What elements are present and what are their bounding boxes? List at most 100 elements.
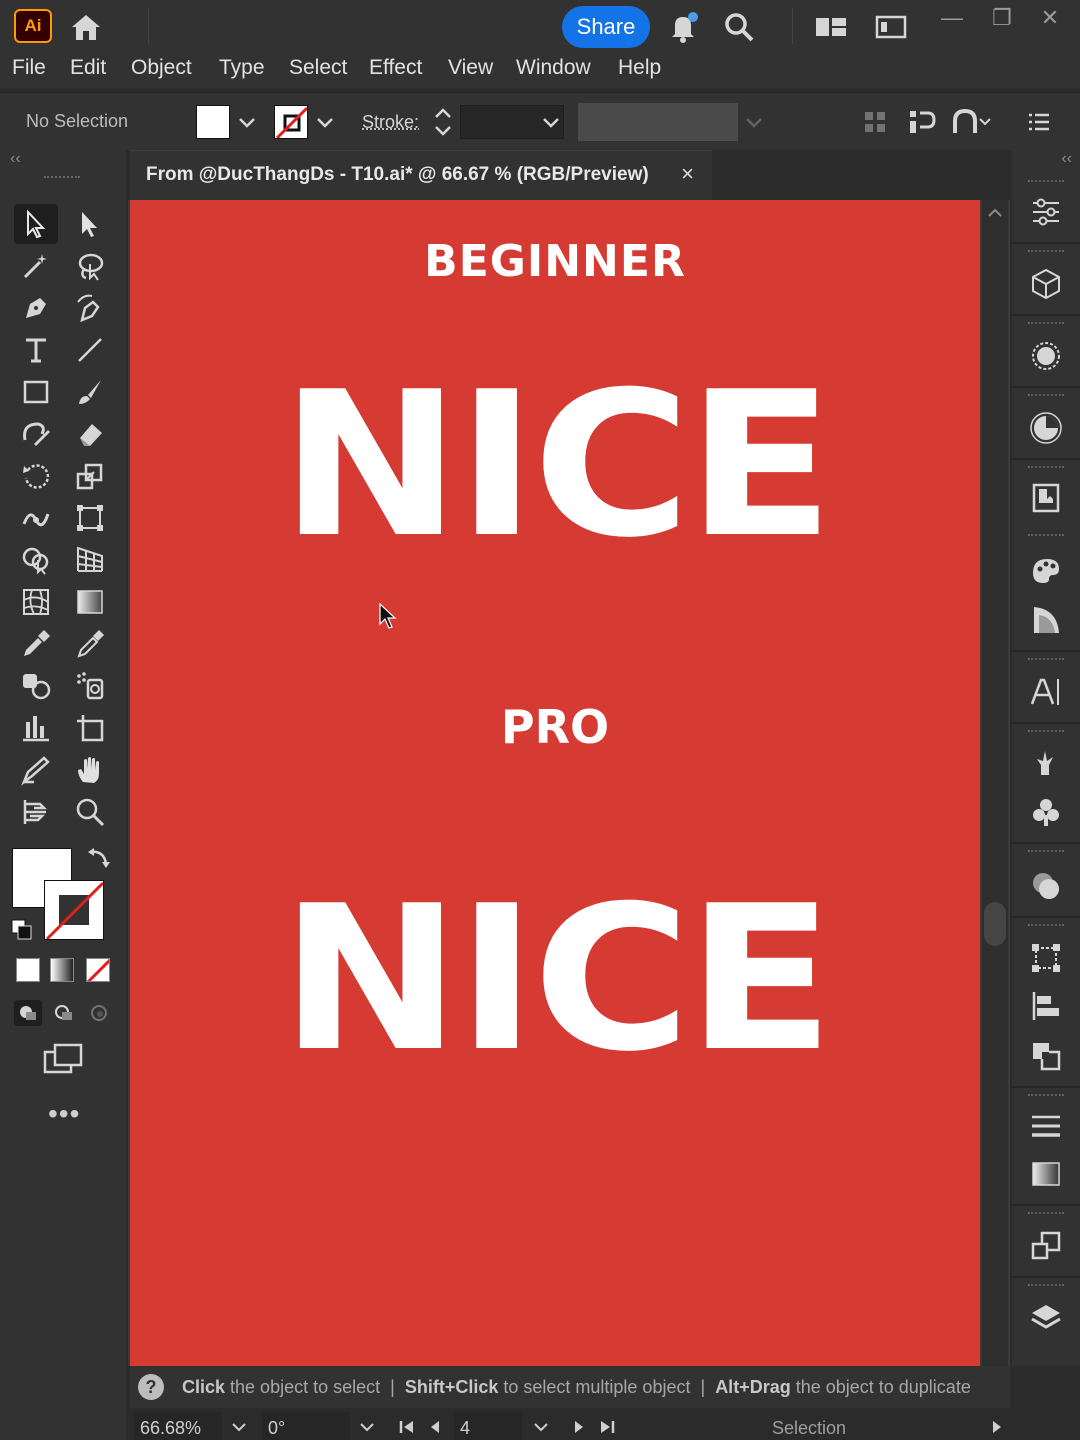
draw-behind-icon[interactable] — [50, 1000, 78, 1026]
document-tab[interactable]: From @DucThangDs - T10.ai* @ 66.67 % (RG… — [130, 150, 712, 200]
menu-object[interactable]: Object — [131, 56, 192, 80]
artboard-text-nice-top[interactable]: NICE — [96, 366, 1014, 566]
symbol-sprayer-tool[interactable] — [68, 666, 112, 706]
stroke-label[interactable]: Stroke: — [362, 112, 419, 133]
panel-grip[interactable] — [1028, 1094, 1064, 1098]
menu-type[interactable]: Type — [219, 56, 265, 80]
share-button[interactable]: Share — [562, 6, 650, 48]
stroke-panel-icon[interactable] — [1026, 1106, 1066, 1146]
last-artboard-icon[interactable] — [598, 1418, 616, 1436]
pathfinder-icon[interactable] — [1026, 1036, 1066, 1076]
stroke-weight-chevron-icon[interactable] — [540, 111, 562, 133]
rotation-field[interactable]: 0° — [262, 1412, 350, 1440]
menu-effect[interactable]: Effect — [369, 56, 422, 80]
align-panel-icon[interactable] — [1026, 986, 1066, 1026]
perspective-grid-tool[interactable] — [68, 540, 112, 580]
3d-materials-icon[interactable] — [1026, 264, 1066, 304]
panel-grip[interactable] — [1028, 924, 1064, 928]
curvature-tool[interactable] — [68, 288, 112, 328]
color-guide-icon[interactable] — [1026, 408, 1066, 448]
color-mode-button[interactable] — [16, 958, 40, 982]
color-icon[interactable] — [1026, 336, 1066, 376]
collapse-tools-panel-icon[interactable]: ‹‹ — [10, 150, 21, 168]
next-artboard-icon[interactable] — [570, 1418, 588, 1436]
gradient-panel-icon[interactable] — [1026, 600, 1066, 640]
gradient-tool[interactable] — [68, 582, 112, 622]
rotation-dropdown-chevron-icon[interactable] — [358, 1418, 376, 1436]
first-artboard-icon[interactable] — [398, 1418, 416, 1436]
artboard-text-nice-bottom[interactable]: NICE — [96, 880, 1014, 1080]
stroke-weight-stepper[interactable] — [430, 103, 456, 141]
vertical-scrollbar[interactable] — [982, 200, 1008, 1396]
panel-grip[interactable] — [1028, 850, 1064, 854]
close-window-button[interactable]: ✕ — [1028, 4, 1072, 34]
panel-grip[interactable] — [1028, 534, 1064, 538]
shape-builder-tool[interactable] — [14, 540, 58, 580]
close-document-icon[interactable]: × — [681, 161, 694, 187]
transform-icon[interactable] — [1026, 938, 1066, 978]
eyedropper-tool[interactable] — [14, 624, 58, 664]
artboard-number-field[interactable]: 4 — [454, 1412, 522, 1440]
menu-file[interactable]: File — [12, 56, 46, 80]
zoom-level-field[interactable]: 66.68% — [134, 1412, 222, 1440]
draw-normal-icon[interactable] — [14, 1000, 42, 1026]
change-screen-mode-icon[interactable] — [42, 1042, 84, 1076]
panel-grip[interactable] — [1028, 180, 1064, 184]
hand-tool[interactable] — [68, 750, 112, 790]
fill-dropdown-chevron-icon[interactable] — [236, 111, 258, 133]
artboard-text-beginner[interactable]: BEGINNER — [130, 236, 980, 287]
direct-selection-tool[interactable] — [68, 204, 112, 244]
artboard[interactable]: BEGINNER NICE PRO NICE — [130, 200, 980, 1366]
distribute-icon[interactable] — [906, 107, 938, 137]
type-tool[interactable] — [14, 330, 58, 370]
artboard-tool[interactable] — [68, 708, 112, 748]
collapse-right-panel-icon[interactable]: ‹‹ — [1061, 150, 1072, 168]
rectangle-tool[interactable] — [14, 372, 58, 412]
minimize-button[interactable]: — — [930, 4, 974, 34]
swap-fill-stroke-icon[interactable] — [86, 846, 112, 870]
status-menu-arrow-icon[interactable] — [988, 1418, 1006, 1436]
fill-color-swatch[interactable] — [196, 105, 230, 139]
artboard-dropdown-chevron-icon[interactable] — [532, 1418, 550, 1436]
default-fill-stroke-icon[interactable] — [10, 918, 34, 942]
menu-view[interactable]: View — [448, 56, 493, 80]
scroll-up-arrow-icon[interactable] — [986, 206, 1004, 220]
panel-grip[interactable] — [1028, 322, 1064, 326]
previous-artboard-icon[interactable] — [426, 1418, 444, 1436]
pen-tool[interactable] — [14, 288, 58, 328]
magic-wand-tool[interactable] — [14, 246, 58, 286]
shape-options-icon[interactable] — [950, 107, 994, 137]
scrollbar-thumb[interactable] — [984, 902, 1006, 946]
line-segment-tool[interactable] — [68, 330, 112, 370]
panel-grip[interactable] — [1028, 250, 1064, 254]
gradient-mode-button[interactable] — [50, 958, 74, 982]
panel-menu-icon[interactable] — [1026, 109, 1052, 135]
menu-window[interactable]: Window — [516, 56, 591, 80]
column-graph-tool[interactable] — [14, 708, 58, 748]
align-icon[interactable] — [862, 109, 888, 135]
zoom-tool[interactable] — [68, 792, 112, 832]
panel-grip[interactable] — [1028, 466, 1064, 470]
help-icon[interactable]: ? — [138, 1374, 164, 1400]
artboard-text-pro[interactable]: PRO — [130, 700, 980, 754]
stroke-dropdown-chevron-icon[interactable] — [314, 111, 336, 133]
panel-grip[interactable] — [1028, 1212, 1064, 1216]
edit-toolbar-more-icon[interactable]: ••• — [48, 1098, 80, 1130]
blend-tool[interactable] — [14, 666, 58, 706]
swatches-icon[interactable] — [1026, 550, 1066, 590]
mesh-tool[interactable] — [14, 582, 58, 622]
home-icon[interactable] — [68, 12, 104, 42]
appearance-icon[interactable] — [1026, 866, 1066, 906]
print-tiling-tool[interactable] — [14, 792, 58, 832]
layers-icon[interactable] — [1026, 1298, 1066, 1338]
arrange-documents-icon[interactable] — [874, 10, 908, 44]
transparency-icon[interactable] — [1026, 1154, 1066, 1194]
shaper-tool[interactable] — [14, 414, 58, 454]
measure-eyedropper-tool[interactable] — [68, 624, 112, 664]
artboards-icon[interactable] — [1026, 1226, 1066, 1266]
menu-edit[interactable]: Edit — [70, 56, 106, 80]
notifications-bell-icon[interactable] — [666, 10, 700, 44]
menu-select[interactable]: Select — [289, 56, 347, 80]
panel-grip[interactable] — [1028, 730, 1064, 734]
lasso-tool[interactable] — [68, 246, 112, 286]
